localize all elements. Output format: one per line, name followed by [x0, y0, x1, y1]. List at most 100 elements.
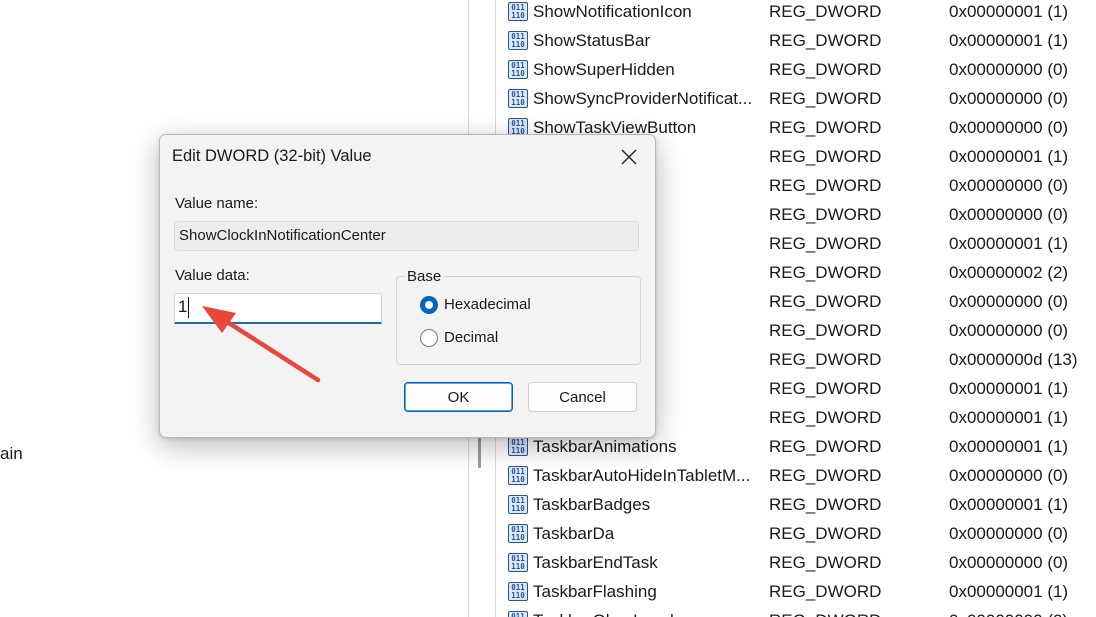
- svg-text:110: 110: [511, 446, 525, 455]
- value-name: TaskbarGlomLevel: [533, 606, 765, 617]
- value-type: REG_DWORD: [769, 408, 882, 427]
- edit-dword-dialog: Edit DWORD (32-bit) Value Value name: Sh…: [159, 134, 656, 438]
- value-name: TaskbarAutoHideInTabletM...: [533, 466, 751, 485]
- radio-hexadecimal[interactable]: Hexadecimal: [420, 295, 620, 317]
- value-row[interactable]: 011 110 ShowStatusBar REG_DWORD 0x00000001 (…: [500, 26, 1096, 55]
- value-row[interactable]: 011110 TaskbarGlomLevel REG_DWORD 0x0000000…: [500, 606, 1096, 617]
- value-data: 0x00000002 (2): [949, 263, 1069, 282]
- value-row[interactable]: 011 110 ShowSuperHidden REG_DWORD 0x00000000…: [500, 55, 1096, 84]
- value-data: 0x00000000 (0): [949, 466, 1069, 485]
- svg-text:110: 110: [511, 591, 525, 600]
- value-type: REG_DWORD: [769, 147, 882, 166]
- value-type: REG_DWORD: [769, 321, 882, 340]
- reg-binary-icon: 011110: [508, 466, 528, 485]
- close-button[interactable]: [612, 142, 646, 172]
- value-type: REG_DWORD: [769, 379, 882, 398]
- radio-selected-icon: [420, 296, 438, 314]
- base-label: Base: [405, 268, 444, 285]
- value-name: ShowNotificationIcon: [533, 2, 692, 21]
- value-data: 0x00000000 (0): [949, 292, 1069, 311]
- reg-binary-icon: 011110: [508, 2, 528, 21]
- value-data: 0x00000000 (0): [949, 606, 1068, 617]
- value-type: REG_DWORD: [769, 176, 882, 195]
- value-data: 0x00000000 (0): [949, 89, 1069, 108]
- value-name-field[interactable]: ShowClockInNotificationCenter: [174, 221, 639, 251]
- value-type: REG_DWORD: [769, 350, 882, 369]
- svg-text:110: 110: [511, 533, 525, 542]
- value-type: REG_DWORD: [769, 234, 882, 253]
- radio-hexadecimal-label: Hexadecimal: [444, 296, 531, 313]
- value-data-input[interactable]: 1: [174, 293, 382, 324]
- value-data: 0x00000000 (0): [949, 553, 1069, 572]
- value-data: 0x00000001 (1): [949, 495, 1069, 514]
- value-data: 0x00000001 (1): [949, 31, 1069, 50]
- svg-text:110: 110: [511, 40, 525, 49]
- svg-text:110: 110: [511, 11, 525, 20]
- radio-decimal[interactable]: Decimal: [420, 328, 620, 350]
- value-type: REG_DWORD: [769, 466, 882, 485]
- value-data: 0x00000001 (1): [949, 582, 1069, 601]
- value-data-label: Value data:: [175, 267, 250, 284]
- value-data: 0x00000001 (1): [949, 408, 1069, 427]
- value-data-text: 1: [178, 297, 188, 316]
- reg-binary-icon: 011110: [508, 611, 528, 617]
- value-name: ShowSyncProviderNotificat...: [533, 89, 753, 108]
- value-type: REG_DWORD: [769, 606, 881, 617]
- dialog-title: Edit DWORD (32-bit) Value: [172, 147, 372, 165]
- value-data: 0x00000000 (0): [949, 321, 1069, 340]
- value-data: 0x00000001 (1): [949, 379, 1069, 398]
- value-name: ShowStatusBar: [533, 31, 651, 50]
- value-row[interactable]: 011 110 TaskbarEndTask REG_DWORD 0x00000000 …: [500, 548, 1096, 577]
- value-row[interactable]: 011 110 TaskbarAutoHideInTabletM... REG_DWO…: [500, 461, 1096, 490]
- svg-text:110: 110: [511, 475, 525, 484]
- value-row[interactable]: 011 110 TaskbarBadges REG_DWORD 0x00000001 (…: [500, 490, 1096, 519]
- value-row[interactable]: 011 110 ShowNotificationIcon REG_DWORD 0x000…: [500, 0, 1096, 26]
- reg-binary-icon: 011110: [508, 437, 528, 456]
- value-name: ShowSuperHidden: [533, 60, 675, 79]
- base-group: Base Hexadecimal Decimal: [396, 268, 641, 365]
- value-data: 0x00000001 (1): [949, 437, 1069, 456]
- close-icon: [621, 149, 637, 165]
- svg-text:110: 110: [511, 562, 525, 571]
- reg-binary-icon: 011110: [508, 553, 528, 572]
- svg-text:110: 110: [511, 69, 525, 78]
- tree-item-fragment[interactable]: ain: [0, 444, 23, 464]
- value-type: REG_DWORD: [769, 2, 882, 21]
- svg-text:110: 110: [511, 98, 525, 107]
- value-type: REG_DWORD: [769, 553, 882, 572]
- svg-text:011: 011: [511, 612, 525, 617]
- value-name: TaskbarBadges: [533, 495, 651, 514]
- svg-text:110: 110: [511, 504, 525, 513]
- ok-button[interactable]: OK: [404, 382, 513, 412]
- reg-binary-icon: 011110: [508, 582, 528, 601]
- value-type: REG_DWORD: [769, 437, 882, 456]
- value-data: 0x0000000d (13): [949, 350, 1078, 369]
- radio-unselected-icon: [420, 329, 438, 347]
- reg-binary-icon: 011110: [508, 31, 528, 50]
- value-type: REG_DWORD: [769, 582, 882, 601]
- value-type: REG_DWORD: [769, 495, 882, 514]
- value-name: TaskbarFlashing: [533, 582, 657, 601]
- value-row[interactable]: 011 110 TaskbarDa REG_DWORD 0x00000000 (0): [500, 519, 1096, 548]
- value-name: TaskbarEndTask: [533, 553, 658, 572]
- text-caret: [188, 297, 189, 318]
- value-data: 0x00000000 (0): [949, 176, 1069, 195]
- value-data: 0x00000001 (1): [949, 2, 1069, 21]
- reg-binary-icon: 011110: [508, 495, 528, 514]
- value-data: 0x00000000 (0): [949, 118, 1069, 137]
- value-type: REG_DWORD: [769, 263, 882, 282]
- value-type: REG_DWORD: [769, 31, 882, 50]
- value-row[interactable]: 011 110 TaskbarFlashing REG_DWORD 0x00000001…: [500, 577, 1096, 606]
- cancel-button[interactable]: Cancel: [528, 382, 637, 412]
- value-name-text: ShowClockInNotificationCenter: [179, 227, 386, 244]
- value-name-label: Value name:: [175, 195, 259, 212]
- reg-binary-icon: 011110: [508, 524, 528, 543]
- value-name: TaskbarDa: [533, 524, 615, 543]
- value-row[interactable]: 011 110 ShowSyncProviderNotificat... REG_DW…: [500, 84, 1096, 113]
- radio-decimal-label: Decimal: [444, 329, 499, 346]
- value-type: REG_DWORD: [769, 292, 882, 311]
- value-data: 0x00000000 (0): [949, 205, 1069, 224]
- value-type: REG_DWORD: [769, 118, 882, 137]
- value-data: 0x00000000 (0): [949, 60, 1069, 79]
- value-type: REG_DWORD: [769, 89, 882, 108]
